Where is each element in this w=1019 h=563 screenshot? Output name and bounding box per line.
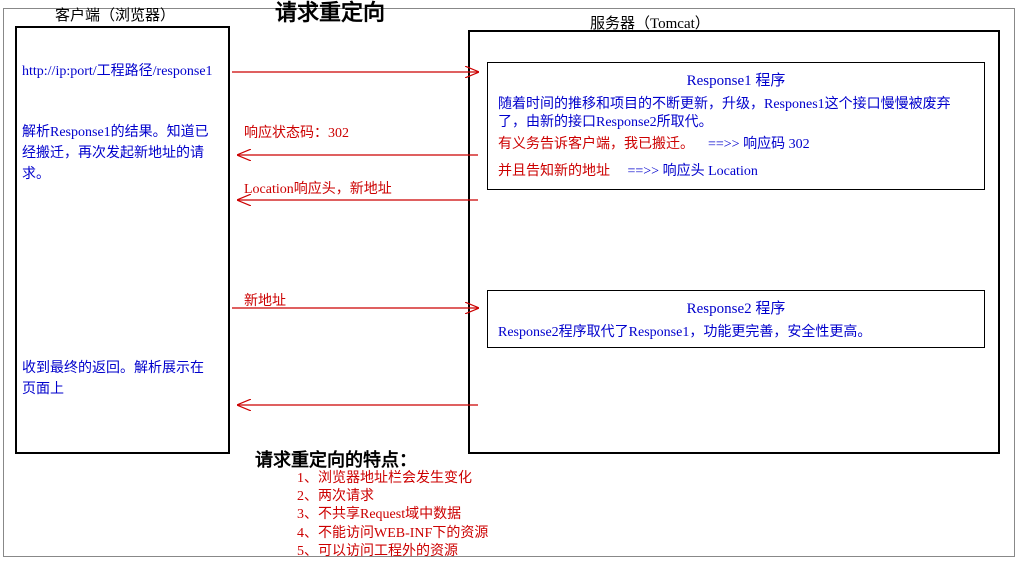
feature-item: 4、不能访问WEB-INF下的资源: [297, 525, 488, 543]
response1-code: [698, 137, 705, 152]
feature-item: 2、两次请求: [297, 488, 488, 506]
label-status-302: 响应状态码：302: [244, 122, 349, 142]
feature-item: 3、不共享Request域中数据: [297, 506, 488, 524]
features-list: 1、浏览器地址栏会发生变化 2、两次请求 3、不共享Request域中数据 4、…: [297, 470, 488, 561]
url-text: http://ip:port/工程路径/response1: [22, 60, 213, 80]
client-parse-text: 解析Response1的结果。知道已经搬迁，再次发起新地址的请求。: [22, 122, 217, 185]
response2-desc: Response2程序取代了Response1，功能更完善，安全性更高。: [498, 324, 974, 342]
client-final-text: 收到最终的返回。解析展示在页面上: [22, 358, 217, 400]
response2-title: Response2 程序: [498, 297, 974, 318]
label-location-header: Location响应头，新地址: [244, 178, 392, 198]
response1-duty: 有义务告诉客户端，我已搬迁。: [498, 137, 694, 152]
client-label: 客户端（浏览器）: [55, 4, 175, 25]
feature-item: 5、可以访问工程外的资源: [297, 543, 488, 561]
response1-box: Response1 程序 随着时间的推移和项目的不断更新，升级，Respones…: [487, 62, 985, 190]
response1-loc-val: ==>> 响应头 Location: [628, 164, 758, 179]
diagram-title: 请求重定向: [275, 0, 385, 27]
features-title: 请求重定向的特点：: [255, 446, 417, 472]
response1-addr: 并且告知新的地址: [498, 164, 610, 179]
response1-title: Response1 程序: [498, 69, 974, 90]
label-new-address: 新地址: [244, 290, 286, 310]
response1-code-val: ==>> 响应码 302: [708, 137, 810, 152]
server-box: Response1 程序 随着时间的推移和项目的不断更新，升级，Respones…: [468, 30, 1000, 454]
feature-item: 1、浏览器地址栏会发生变化: [297, 470, 488, 488]
response2-box: Response2 程序 Response2程序取代了Response1，功能更…: [487, 290, 985, 348]
response1-desc: 随着时间的推移和项目的不断更新，升级，Respones1这个接口慢慢被废弃了，由…: [498, 96, 974, 132]
